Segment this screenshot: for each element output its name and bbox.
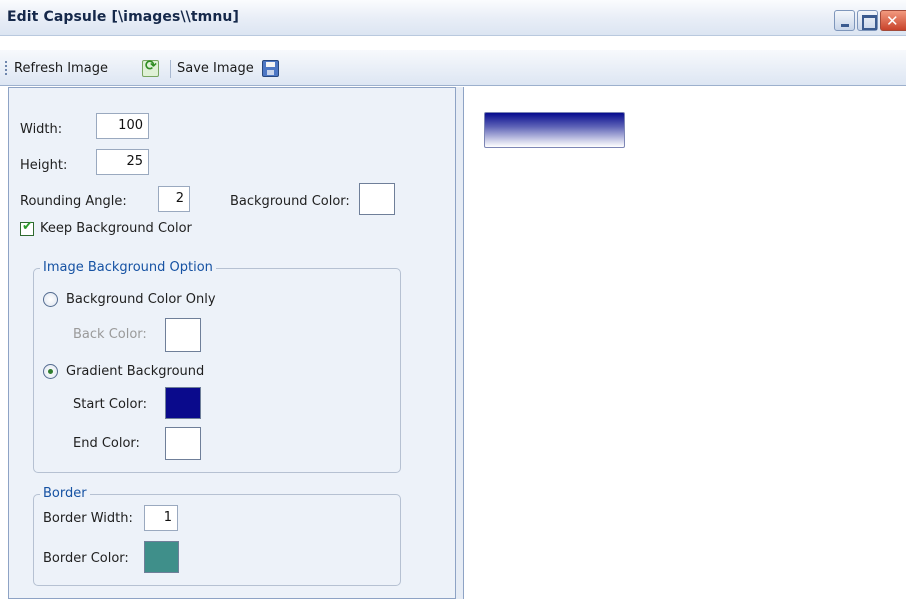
border-group-title: Border bbox=[40, 486, 90, 501]
back-color-swatch[interactable] bbox=[165, 318, 201, 352]
back-color-label: Back Color: bbox=[73, 327, 147, 342]
title-bar: Edit Capsule [\images\\tmnu] bbox=[0, 0, 906, 36]
height-label: Height: bbox=[20, 158, 68, 173]
image-background-group-title: Image Background Option bbox=[40, 260, 216, 275]
border-group bbox=[33, 494, 401, 586]
background-color-only-label: Background Color Only bbox=[66, 292, 216, 307]
close-icon[interactable] bbox=[880, 10, 906, 31]
window-title: Edit Capsule [\images\\tmnu] bbox=[7, 9, 239, 25]
background-color-label: Background Color: bbox=[230, 194, 350, 209]
preview-canvas bbox=[465, 87, 906, 599]
border-color-label: Border Color: bbox=[43, 551, 129, 566]
splitter[interactable] bbox=[456, 87, 464, 599]
rounding-angle-label: Rounding Angle: bbox=[20, 194, 127, 209]
border-color-swatch[interactable] bbox=[144, 541, 179, 573]
refresh-image-button[interactable]: Refresh Image bbox=[14, 61, 108, 76]
save-image-button[interactable]: Save Image bbox=[177, 61, 254, 76]
end-color-swatch[interactable] bbox=[165, 427, 201, 460]
minimize-icon[interactable] bbox=[834, 10, 855, 31]
border-width-input[interactable]: 1 bbox=[144, 505, 178, 531]
refresh-icon[interactable] bbox=[142, 58, 159, 77]
width-label: Width: bbox=[20, 122, 63, 137]
maximize-icon[interactable] bbox=[857, 10, 878, 31]
start-color-label: Start Color: bbox=[73, 397, 147, 412]
toolbar: Refresh Image Save Image bbox=[0, 50, 906, 86]
gradient-background-label: Gradient Background bbox=[66, 364, 205, 379]
floppy-disk-icon[interactable] bbox=[262, 60, 279, 77]
toolbar-grip[interactable] bbox=[5, 61, 7, 77]
keep-background-label: Keep Background Color bbox=[40, 221, 192, 236]
keep-background-checkbox[interactable] bbox=[20, 219, 34, 236]
width-input[interactable]: 100 bbox=[96, 113, 149, 139]
start-color-swatch[interactable] bbox=[165, 387, 201, 419]
capsule-preview-image bbox=[484, 112, 625, 148]
background-color-swatch[interactable] bbox=[359, 183, 395, 215]
background-color-only-radio[interactable] bbox=[43, 292, 58, 307]
height-input[interactable]: 25 bbox=[96, 149, 149, 175]
rounding-angle-input[interactable]: 2 bbox=[158, 186, 190, 212]
toolbar-separator bbox=[170, 60, 171, 78]
end-color-label: End Color: bbox=[73, 436, 140, 451]
border-width-label: Border Width: bbox=[43, 511, 133, 526]
gradient-background-radio[interactable] bbox=[43, 364, 58, 379]
